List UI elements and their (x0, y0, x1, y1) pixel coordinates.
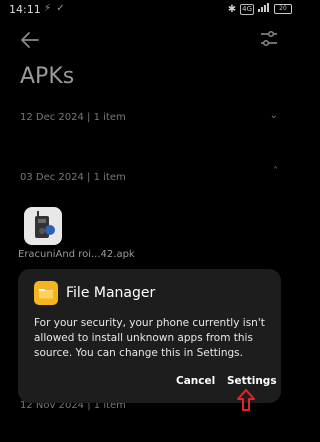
page-title: APKs (20, 64, 75, 89)
battery-icon: 20 (274, 4, 292, 14)
dialog-message: For your security, your phone currently … (34, 317, 265, 359)
cancel-button[interactable]: Cancel (176, 375, 215, 387)
apk-file-name: EracuniAnd roi...42.apk (18, 249, 135, 260)
back-arrow-icon[interactable] (18, 28, 42, 52)
dialog-header: File Manager (34, 281, 155, 305)
chevron-up-icon[interactable]: ˄ (273, 166, 278, 177)
walkie-talkie-app-icon (24, 207, 62, 245)
settings-button[interactable]: Settings (227, 375, 277, 387)
signal-strength-icon (258, 3, 270, 15)
folder-icon (34, 281, 58, 305)
notification-icons: ⚡ ✓ (44, 3, 66, 14)
bluetooth-icon: ✱ (227, 3, 237, 15)
network-type-icon: 4G (240, 3, 254, 15)
status-time: 14:11 (9, 3, 41, 16)
annotation-arrow-up-icon (236, 389, 256, 411)
system-status-icons: ✱ 4G 20 (228, 3, 292, 15)
apk-file-item[interactable]: EracuniAnd roi...42.apk (18, 207, 135, 260)
group-header-03-dec[interactable]: 03 Dec 2024 | 1 item (20, 172, 126, 183)
install-blocked-dialog: File Manager For your security, your pho… (18, 269, 281, 403)
group-header-12-dec[interactable]: 12 Dec 2024 | 1 item (20, 112, 126, 123)
dialog-title: File Manager (66, 285, 156, 301)
toolbar (0, 22, 300, 56)
filter-sliders-icon[interactable] (258, 28, 280, 50)
status-bar: 14:11 ⚡ ✓ ✱ 4G 20 (0, 0, 300, 20)
chevron-down-icon[interactable]: ⌄ (270, 110, 278, 121)
